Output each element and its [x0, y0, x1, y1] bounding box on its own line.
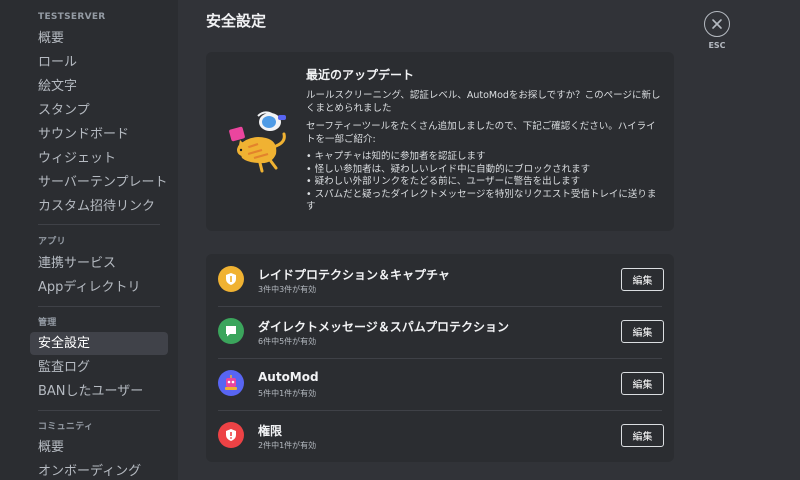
edit-permissions-button[interactable]: 編集	[621, 424, 664, 447]
setting-title: AutoMod	[258, 370, 319, 384]
sidebar-divider	[38, 410, 160, 411]
update-bullet: • 怪しい参加者は、疑わしいレイド中に自動的にブロックされます	[306, 163, 591, 175]
edit-automod-button[interactable]: 編集	[621, 372, 664, 395]
sidebar-divider	[38, 306, 160, 307]
close-button[interactable]: ESC	[704, 11, 730, 50]
settings-sidebar: TESTSERVER 概要 ロール 絵文字 スタンプ サウンドボード ウィジェッ…	[0, 0, 178, 480]
setting-title: 権限	[258, 424, 283, 438]
update-bullet: • スパムだと疑ったダイレクトメッセージを特別なリクエスト受信トレイに送ります	[306, 188, 657, 213]
setting-title: ダイレクトメッセージ＆スパムプロテクション	[258, 320, 510, 334]
setting-status: 2件中1件が有効	[258, 441, 317, 450]
setting-status: 5件中1件が有効	[258, 389, 317, 398]
sidebar-item-community-overview[interactable]: 概要	[30, 436, 168, 459]
sidebar-item-app-directory[interactable]: Appディレクトリ	[30, 276, 168, 299]
section-header-server: TESTSERVER	[38, 12, 106, 22]
update-bullet: • キャプチャは知的に参加者を認証します	[306, 151, 486, 162]
shield-alert-icon	[218, 422, 244, 448]
update-paragraph: セーフティーツールをたくさん追加しましたので、下記ご確認ください。ハイライトを一…	[306, 121, 656, 145]
section-header-moderation: 管理	[38, 318, 57, 328]
sidebar-item-roles[interactable]: ロール	[30, 51, 168, 74]
sidebar-item-server-template[interactable]: サーバーテンプレート	[30, 171, 168, 194]
sidebar-item-overview[interactable]: 概要	[30, 27, 168, 50]
setting-title: レイドプロテクション＆キャプチャ	[258, 268, 450, 282]
sidebar-item-audit-log[interactable]: 監査ログ	[30, 356, 168, 379]
section-header-apps: アプリ	[38, 237, 66, 247]
shield-icon	[218, 266, 244, 292]
page-title: 安全設定	[206, 12, 267, 30]
sidebar-divider	[38, 224, 160, 225]
chat-bubble-icon	[218, 318, 244, 344]
sidebar-item-onboarding[interactable]: オンボーディング	[30, 460, 168, 480]
setting-row-raid-protection: レイドプロテクション＆キャプチャ 3件中3件が有効 編集	[206, 254, 674, 306]
sidebar-item-stickers[interactable]: スタンプ	[30, 99, 168, 122]
automod-icon	[218, 370, 244, 396]
sidebar-item-emoji[interactable]: 絵文字	[30, 75, 168, 98]
sidebar-item-widget[interactable]: ウィジェット	[30, 147, 168, 170]
setting-status: 3件中3件が有効	[258, 285, 317, 294]
update-title: 最近のアップデート	[306, 68, 415, 82]
sidebar-item-integrations[interactable]: 連携サービス	[30, 252, 168, 275]
edit-dm-spam-button[interactable]: 編集	[621, 320, 664, 343]
recent-updates-card: 最近のアップデート ルールスクリーニング、認証レベル、AutoModをお探しです…	[206, 52, 674, 231]
safety-illustration	[220, 108, 290, 174]
update-paragraph: ルールスクリーニング、認証レベル、AutoModをお探しですか？このページに新し…	[306, 90, 661, 114]
section-header-community: コミュニティ	[38, 422, 94, 432]
setting-row-dm-spam: ダイレクトメッセージ＆スパムプロテクション 6件中5件が有効 編集	[206, 306, 674, 358]
setting-status: 6件中5件が有効	[258, 337, 317, 346]
sidebar-item-bans[interactable]: BANしたユーザー	[30, 380, 168, 403]
setting-row-automod: AutoMod 5件中1件が有効 編集	[206, 358, 674, 410]
update-bullet: • 疑わしい外部リンクをたどる前に、ユーザーに警告を出します	[306, 176, 581, 187]
safety-settings-list: レイドプロテクション＆キャプチャ 3件中3件が有効 編集 ダイレクトメッセージ＆…	[206, 254, 674, 462]
sidebar-item-soundboard[interactable]: サウンドボード	[30, 123, 168, 146]
esc-label: ESC	[708, 41, 726, 50]
setting-row-permissions: 権限 2件中1件が有効 編集	[206, 410, 674, 462]
close-icon[interactable]	[704, 11, 730, 37]
sidebar-item-custom-invite[interactable]: カスタム招待リンク	[30, 195, 168, 218]
edit-raid-protection-button[interactable]: 編集	[621, 268, 664, 291]
sidebar-item-safety-setup[interactable]: 安全設定	[30, 332, 168, 355]
